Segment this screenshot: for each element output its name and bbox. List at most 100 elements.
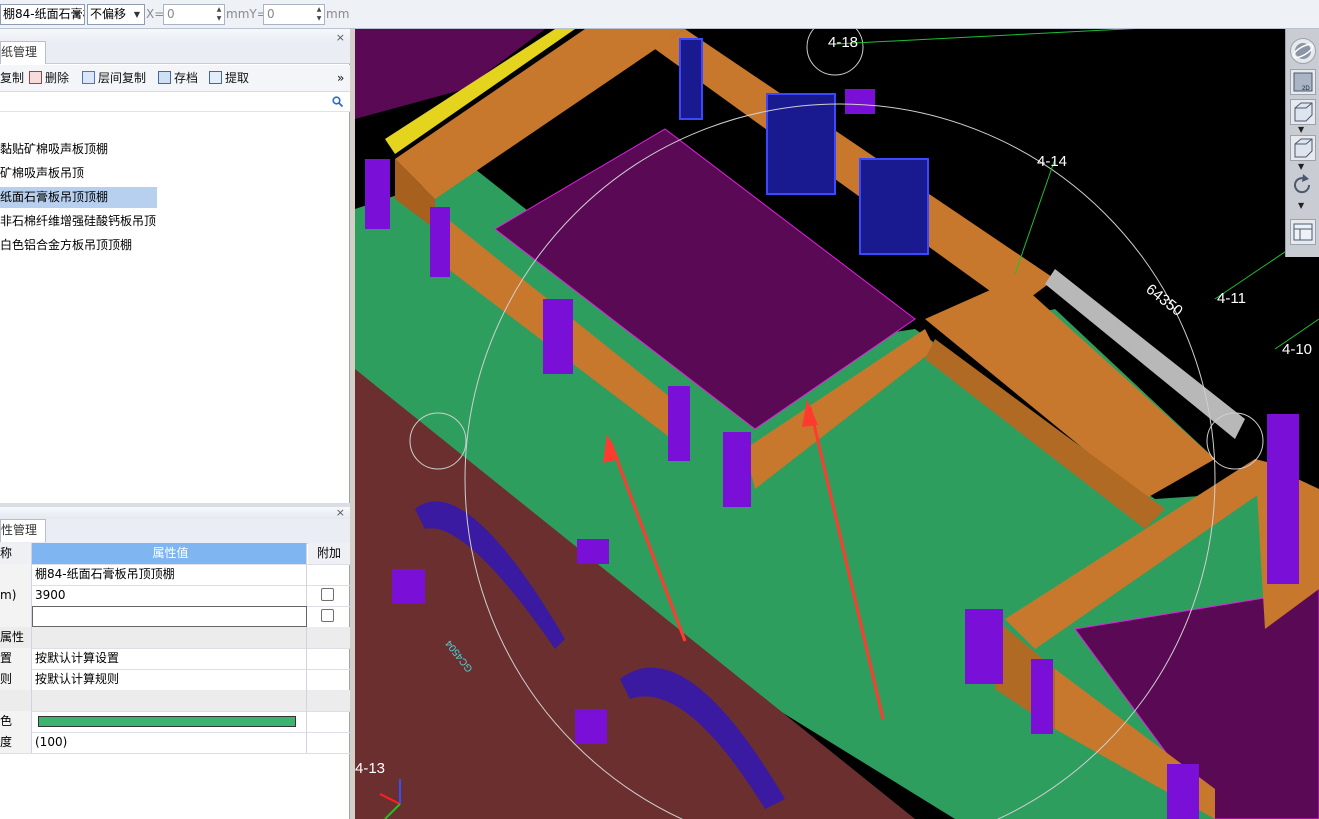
- view-toolbar: 2D ▼ ▼ ▼: [1285, 29, 1319, 257]
- spin-arrows-icon[interactable]: ▲ ▼: [314, 5, 324, 24]
- prop-name: 色: [0, 711, 32, 732]
- search-input[interactable]: [0, 92, 350, 112]
- left-pane: × 纸管理 复制 删除 层间复制 存档 提取 » 黏贴矿棉吸声板顶棚 矿棉吸声板…: [0, 29, 350, 819]
- header-name: 称: [0, 543, 32, 564]
- close-icon[interactable]: ×: [336, 506, 345, 519]
- list-item[interactable]: 矿棉吸声板吊顶: [0, 163, 88, 184]
- column: [723, 432, 751, 507]
- prop-name: 则: [0, 669, 32, 690]
- y-input[interactable]: 0 ▲ ▼: [263, 4, 325, 25]
- color-swatch[interactable]: [38, 716, 296, 727]
- box-view-icon[interactable]: [1290, 99, 1316, 125]
- prop-row[interactable]: [0, 606, 350, 628]
- archive-button[interactable]: 存档: [158, 69, 198, 87]
- prop-group-row[interactable]: [0, 690, 350, 712]
- spin-arrows-icon[interactable]: ▲ ▼: [214, 5, 224, 24]
- prop-row[interactable]: m) 3900: [0, 585, 350, 607]
- prop-name: [0, 606, 32, 627]
- x-label: X=: [146, 7, 165, 21]
- column: [1267, 414, 1299, 584]
- x-value: 0: [167, 7, 175, 21]
- chevron-down-icon: ▼: [133, 10, 141, 19]
- prop-extra: [308, 648, 350, 669]
- archive-icon: [158, 71, 171, 84]
- offset-select-value: 不偏移: [90, 7, 127, 21]
- prop-row[interactable]: 棚84-纸面石膏板吊顶顶棚: [0, 564, 350, 586]
- list-item[interactable]: 白色铝合金方板吊顶顶棚: [0, 235, 136, 256]
- checkbox[interactable]: [321, 609, 334, 622]
- list-toolbar: 复制 删除 层间复制 存档 提取 »: [0, 65, 350, 92]
- x-input[interactable]: 0 ▲ ▼: [163, 4, 225, 25]
- prop-row[interactable]: 置 按默认计算设置: [0, 648, 350, 670]
- dimension-label: 64350: [1143, 281, 1186, 320]
- floor-copy-label: 层间复制: [98, 71, 147, 85]
- extract-label: 提取: [225, 71, 250, 85]
- prop-header-row: 称 属性值 附加: [0, 543, 350, 565]
- floor-copy-button[interactable]: 层间复制: [82, 69, 146, 87]
- column: [430, 207, 450, 277]
- component-select[interactable]: 棚84-纸面石膏板 ▼: [0, 4, 85, 25]
- list-item-label: 非石棉纤维增强硅酸钙板吊顶: [0, 214, 157, 228]
- column: [365, 159, 390, 229]
- prop-extra: [308, 690, 350, 711]
- prop-edit-field[interactable]: [32, 606, 307, 627]
- checkbox[interactable]: [321, 588, 334, 601]
- column: [965, 609, 1003, 684]
- prop-row[interactable]: 度 (100): [0, 732, 350, 754]
- prop-value: [32, 690, 307, 711]
- prop-group-row[interactable]: 属性: [0, 627, 350, 649]
- prop-value[interactable]: 按默认计算规则: [32, 669, 307, 690]
- prop-value: [32, 627, 307, 648]
- more-button[interactable]: »: [337, 69, 344, 87]
- delete-button[interactable]: 删除: [29, 69, 69, 87]
- prop-row[interactable]: 色: [0, 711, 350, 733]
- window: [859, 158, 929, 255]
- orbit-icon[interactable]: [1290, 38, 1316, 64]
- prop-extra: [308, 585, 350, 606]
- offset-select[interactable]: 不偏移 ▼: [87, 4, 145, 25]
- prop-extra: [308, 711, 350, 732]
- copy-button[interactable]: 复制: [0, 69, 24, 87]
- prop-value[interactable]: 棚84-纸面石膏板吊顶顶棚: [32, 564, 307, 585]
- list-item-selected[interactable]: 纸面石膏板吊顶顶棚: [0, 187, 157, 208]
- rotate-icon[interactable]: [1290, 173, 1316, 199]
- column: [575, 709, 607, 744]
- tab-label: 性管理: [1, 523, 38, 537]
- prop-name: m): [0, 585, 32, 606]
- prop-panel-tabstrip: 性管理: [0, 519, 350, 544]
- list-panel-tabstrip: 纸管理: [0, 41, 350, 64]
- model-canvas[interactable]: 4-18 4-14 4-11 4-10 4-13 64350 GC4504: [355, 29, 1319, 819]
- chevron-down-icon[interactable]: ▼: [1298, 125, 1304, 134]
- tab-prop-manage[interactable]: 性管理: [0, 519, 47, 542]
- prop-name: 度: [0, 732, 32, 753]
- view-2d-icon[interactable]: 2D: [1290, 69, 1316, 95]
- prop-row[interactable]: 则 按默认计算规则: [0, 669, 350, 691]
- prop-name: [0, 564, 32, 585]
- delete-icon: [29, 71, 42, 84]
- floor-copy-icon: [82, 71, 95, 84]
- prop-value[interactable]: 按默认计算设置: [32, 648, 307, 669]
- list-item-label: 白色铝合金方板吊顶顶棚: [0, 238, 133, 252]
- axis-label: 4-10: [1282, 341, 1312, 358]
- layout-icon[interactable]: [1290, 219, 1316, 245]
- column: [577, 539, 609, 564]
- prop-value[interactable]: 3900: [32, 585, 307, 606]
- grid-line: [834, 29, 1136, 45]
- list-item[interactable]: 黏贴矿棉吸声板顶棚: [0, 139, 112, 160]
- chevron-down-icon[interactable]: ▼: [1298, 162, 1304, 171]
- list-item[interactable]: 非石棉纤维增强硅酸钙板吊顶: [0, 211, 160, 232]
- window: [679, 38, 703, 120]
- column: [543, 299, 573, 374]
- tab-list-manage[interactable]: 纸管理: [0, 41, 47, 64]
- column: [1167, 764, 1199, 819]
- extract-button[interactable]: 提取: [209, 69, 249, 87]
- search-icon[interactable]: [332, 96, 343, 107]
- y-value: 0: [267, 7, 275, 21]
- prop-value[interactable]: (100): [32, 732, 307, 753]
- prop-extra: [308, 627, 350, 648]
- chevron-down-icon: ▼: [73, 10, 81, 19]
- prop-value[interactable]: [32, 711, 307, 732]
- box-view-2-icon[interactable]: [1290, 135, 1316, 161]
- 3d-viewport[interactable]: 4-18 4-14 4-11 4-10 4-13 64350 GC4504: [355, 29, 1319, 819]
- chevron-down-icon[interactable]: ▼: [1298, 201, 1304, 210]
